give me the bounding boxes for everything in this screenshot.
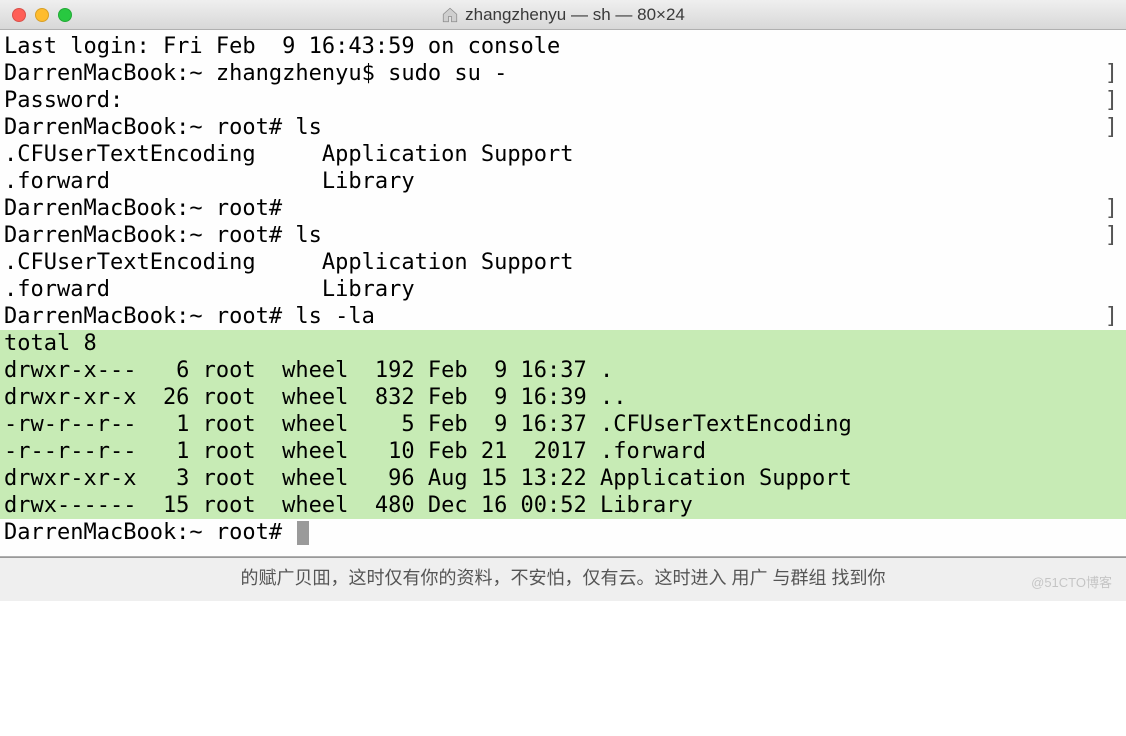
terminal-body[interactable]: Last login: Fri Feb 9 16:43:59 on consol… [0,30,1126,556]
background-text: 的赋广贝囬，这时仅有你的资料，不安怕，仅有云。这时进入 用广 与群组 找到你 [0,564,1126,590]
terminal-line: .forward Library [4,168,1122,195]
terminal-line: drwxr-xr-x 26 root wheel 832 Feb 9 16:39… [0,384,1126,411]
terminal-line: -rw-r--r-- 1 root wheel 5 Feb 9 16:37 .C… [0,411,1126,438]
close-icon[interactable] [12,8,26,22]
titlebar: zhangzhenyu — sh — 80×24 [0,0,1126,30]
home-icon [441,6,459,24]
window-title: zhangzhenyu — sh — 80×24 [465,5,685,25]
terminal-line: drwx------ 15 root wheel 480 Dec 16 00:5… [0,492,1126,519]
scroll-mark: ] [1105,114,1118,141]
terminal-prompt[interactable]: DarrenMacBook:~ root# [4,519,1122,546]
terminal-line: DarrenMacBook:~ root# ls -la] [4,303,1122,330]
terminal-line: drwxr-x--- 6 root wheel 192 Feb 9 16:37 … [0,357,1126,384]
scroll-mark: ] [1105,222,1118,249]
scroll-mark: ] [1105,303,1118,330]
terminal-line: .forward Library [4,276,1122,303]
traffic-lights [0,8,72,22]
terminal-window: zhangzhenyu — sh — 80×24 Last login: Fri… [0,0,1126,557]
scroll-mark: ] [1105,87,1118,114]
terminal-line: DarrenMacBook:~ root# ls] [4,114,1122,141]
terminal-line: drwxr-xr-x 3 root wheel 96 Aug 15 13:22 … [0,465,1126,492]
prompt-text: DarrenMacBook:~ root# [4,520,295,545]
terminal-line: Last login: Fri Feb 9 16:43:59 on consol… [4,33,1122,60]
terminal-line: -r--r--r-- 1 root wheel 10 Feb 21 2017 .… [0,438,1126,465]
terminal-line: DarrenMacBook:~ root# ls] [4,222,1122,249]
terminal-line: DarrenMacBook:~ zhangzhenyu$ sudo su -] [4,60,1122,87]
scroll-mark: ] [1105,195,1118,222]
terminal-line: .CFUserTextEncoding Application Support [4,141,1122,168]
minimize-icon[interactable] [35,8,49,22]
terminal-line: .CFUserTextEncoding Application Support [4,249,1122,276]
terminal-line: Password:] [4,87,1122,114]
terminal-line: DarrenMacBook:~ root#] [4,195,1122,222]
cursor-icon [297,521,309,545]
background-page: 的赋广贝囬，这时仅有你的资料，不安怕，仅有云。这时进入 用广 与群组 找到你 @… [0,557,1126,601]
scroll-mark: ] [1105,60,1118,87]
zoom-icon[interactable] [58,8,72,22]
terminal-line: total 8 [0,330,1126,357]
watermark: @51CTO博客 [1031,572,1112,591]
